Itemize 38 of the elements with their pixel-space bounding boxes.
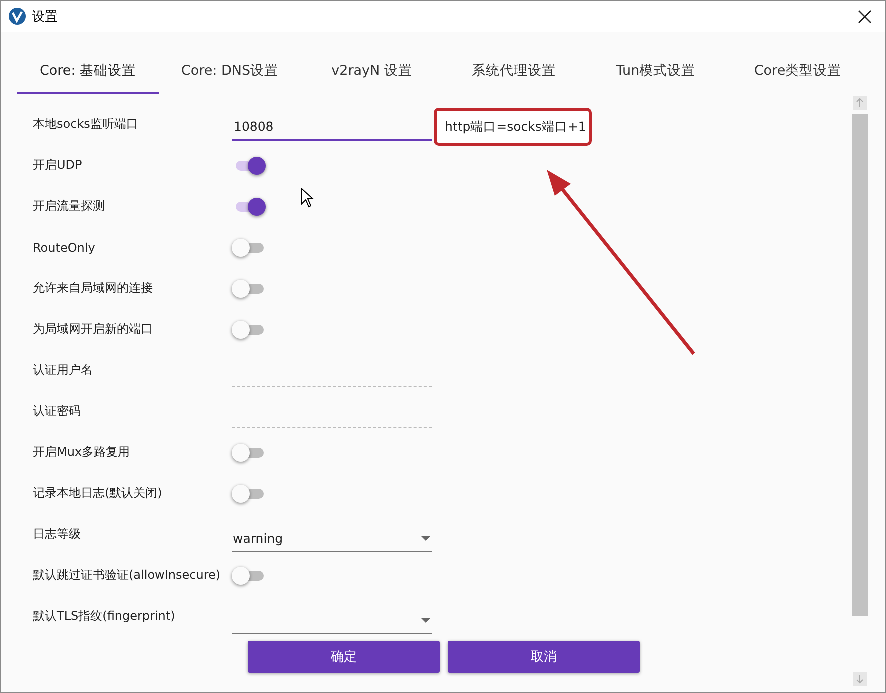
app-logo-icon: [9, 8, 26, 25]
scrollbar-thumb[interactable]: [852, 114, 868, 616]
setting-label: 认证密码: [33, 403, 82, 420]
toggle-switch[interactable]: [232, 320, 266, 340]
tab[interactable]: v2rayN 设置: [301, 50, 443, 94]
setting-label: 为局域网开启新的端口: [33, 321, 154, 338]
setting-label: 开启Mux多路复用: [33, 444, 132, 461]
dropdown[interactable]: warning: [232, 526, 432, 552]
dialog-button[interactable]: 取消: [448, 641, 640, 673]
caret-icon: [421, 618, 431, 622]
setting-label: 允许来自局域网的连接: [33, 280, 154, 297]
tab[interactable]: Core: DNS设置: [159, 50, 301, 94]
toggle-switch[interactable]: [232, 442, 266, 462]
setting-label: 认证用户名: [33, 362, 94, 379]
input-field[interactable]: 10808: [232, 114, 432, 140]
annotation-callout: http端口=socks端口+1: [434, 108, 592, 146]
mouse-cursor-icon: [301, 188, 315, 208]
setting-label: 记录本地日志(默认关闭): [33, 485, 164, 502]
setting-label: 默认跳过证书验证(allowInsecure): [33, 567, 222, 584]
caret-icon: [421, 536, 431, 540]
tab[interactable]: 系统代理设置: [443, 50, 585, 94]
tab[interactable]: Core: 基础设置: [17, 50, 159, 94]
toggle-switch[interactable]: [232, 484, 266, 504]
dialog-button[interactable]: 确定: [248, 641, 440, 673]
setting-label: 本地socks监听端口: [33, 116, 140, 133]
setting-label: 开启流量探测: [33, 198, 106, 215]
toggle-switch[interactable]: [232, 566, 266, 586]
toggle-switch[interactable]: [232, 238, 266, 258]
tab[interactable]: Core类型设置: [727, 50, 869, 94]
scroll-down-icon[interactable]: [853, 672, 867, 686]
tab[interactable]: Tun模式设置: [585, 50, 727, 94]
toggle-switch[interactable]: [232, 278, 266, 298]
setting-label: 日志等级: [33, 526, 82, 543]
setting-label: 默认TLS指纹(fingerprint): [33, 608, 176, 625]
scroll-up-icon[interactable]: [853, 96, 867, 110]
setting-label: RouteOnly: [33, 240, 96, 254]
window-title: 设置: [32, 8, 59, 26]
setting-label: 开启UDP: [33, 157, 84, 174]
